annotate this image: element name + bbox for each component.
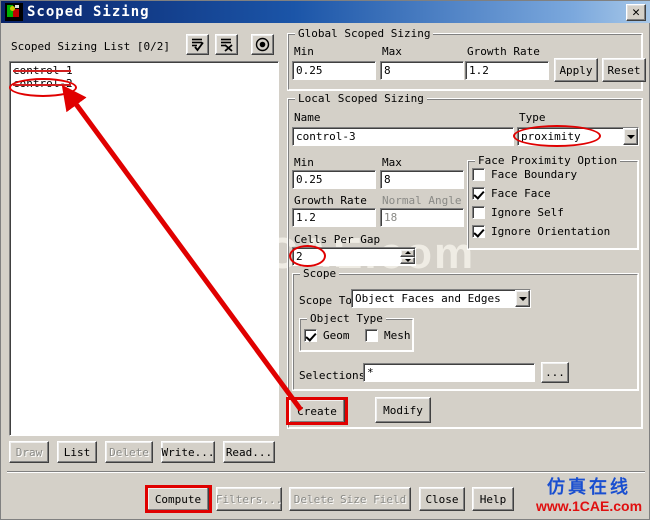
face-face-checkbox[interactable] xyxy=(472,187,485,200)
create-button[interactable]: Create xyxy=(289,399,345,423)
stepper-up-icon[interactable] xyxy=(400,249,415,257)
filters-button[interactable]: Filters... xyxy=(216,487,282,511)
select-all-icon[interactable] xyxy=(186,34,209,55)
stepper-down-icon[interactable] xyxy=(400,256,415,264)
normal-angle-label: Normal Angle xyxy=(382,194,462,207)
selections-input[interactable]: * xyxy=(363,363,535,382)
face-proximity-title: Face Proximity Option xyxy=(475,154,621,167)
local-min-input[interactable]: 0.25 xyxy=(292,170,376,189)
global-growth-input[interactable]: 1.2 xyxy=(465,61,549,80)
scope-to-label: Scope To xyxy=(299,294,352,307)
geom-checkbox[interactable] xyxy=(304,329,317,342)
ignore-orientation-checkbox[interactable] xyxy=(472,225,485,238)
type-combo[interactable]: proximity xyxy=(517,127,639,146)
cells-per-gap-value: 2 xyxy=(296,250,303,263)
chevron-down-icon[interactable] xyxy=(515,290,530,307)
delete-size-field-button[interactable]: Delete Size Field xyxy=(289,487,411,511)
global-growth-label: Growth Rate xyxy=(467,45,540,58)
cells-per-gap-stepper[interactable] xyxy=(400,249,415,264)
list-item-control-1[interactable]: control-1 xyxy=(13,64,275,77)
site-watermark-url: www.1CAE.com xyxy=(535,498,643,514)
help-button[interactable]: Help xyxy=(472,487,514,511)
normal-angle-input: 18 xyxy=(380,208,464,227)
object-type-title: Object Type xyxy=(307,312,386,325)
local-max-input[interactable]: 8 xyxy=(380,170,464,189)
local-name-label: Name xyxy=(294,111,321,124)
mesh-checkbox[interactable] xyxy=(365,329,378,342)
type-combo-value: proximity xyxy=(521,130,581,143)
site-watermark: 仿真在线 www.1CAE.com xyxy=(530,477,648,514)
ignore-self-checkbox[interactable] xyxy=(472,206,485,219)
select-filter-icon[interactable] xyxy=(251,34,274,55)
scoped-sizing-dialog: Scoped Sizing ✕ 1CAE.com Scoped Sizing L… xyxy=(0,0,650,520)
mesh-label: Mesh xyxy=(384,329,411,342)
list-item-control-2[interactable]: control-2 xyxy=(13,77,275,90)
ignore-orientation-row[interactable]: Ignore Orientation xyxy=(472,225,610,238)
ignore-orientation-label: Ignore Orientation xyxy=(491,225,611,238)
draw-button[interactable]: Draw xyxy=(9,441,49,463)
global-group-title: Global Scoped Sizing xyxy=(295,27,434,40)
chevron-down-icon[interactable] xyxy=(623,128,638,145)
reset-button[interactable]: Reset xyxy=(602,58,646,82)
cells-per-gap-label: Cells Per Gap xyxy=(294,233,381,246)
global-min-label: Min xyxy=(294,45,314,58)
local-growth-input[interactable]: 1.2 xyxy=(292,208,376,227)
global-max-input[interactable]: 8 xyxy=(380,61,464,80)
local-type-label: Type xyxy=(519,111,546,124)
local-group-title: Local Scoped Sizing xyxy=(295,92,427,105)
face-boundary-row[interactable]: Face Boundary xyxy=(472,168,577,181)
scope-to-value: Object Faces and Edges xyxy=(355,292,501,305)
delete-button[interactable]: Delete xyxy=(105,441,153,463)
application-icon xyxy=(5,3,23,21)
modify-button[interactable]: Modify xyxy=(375,397,431,423)
dot-circle-glyph xyxy=(255,37,270,52)
cells-per-gap-field[interactable]: 2 xyxy=(292,247,416,266)
site-watermark-cn: 仿真在线 xyxy=(547,477,631,498)
local-growth-label: Growth Rate xyxy=(294,194,367,207)
face-face-label: Face Face xyxy=(491,187,551,200)
read-button[interactable]: Read... xyxy=(223,441,275,463)
scope-to-combo[interactable]: Object Faces and Edges xyxy=(351,289,531,308)
local-min-label: Min xyxy=(294,156,314,169)
deselect-all-glyph xyxy=(221,38,233,52)
face-face-row[interactable]: Face Face xyxy=(472,187,551,200)
compute-button[interactable]: Compute xyxy=(147,487,209,511)
deselect-all-icon[interactable] xyxy=(215,34,238,55)
apply-button[interactable]: Apply xyxy=(554,58,598,82)
selections-browse-button[interactable]: ... xyxy=(541,362,569,383)
scope-group-title: Scope xyxy=(300,267,340,280)
footer-divider xyxy=(7,471,645,473)
mesh-row[interactable]: Mesh xyxy=(365,329,411,342)
geom-label: Geom xyxy=(323,329,350,342)
title-bar: Scoped Sizing ✕ xyxy=(1,1,650,23)
scoped-sizing-list[interactable]: control-1 control-2 xyxy=(9,61,279,436)
global-min-input[interactable]: 0.25 xyxy=(292,61,376,80)
write-button[interactable]: Write... xyxy=(161,441,215,463)
face-boundary-label: Face Boundary xyxy=(491,168,578,181)
local-max-label: Max xyxy=(382,156,402,169)
close-icon[interactable]: ✕ xyxy=(626,3,646,21)
window-title: Scoped Sizing xyxy=(27,4,150,20)
local-name-input[interactable]: control-3 xyxy=(292,127,514,146)
face-boundary-checkbox[interactable] xyxy=(472,168,485,181)
list-button[interactable]: List xyxy=(57,441,97,463)
close-button[interactable]: Close xyxy=(419,487,465,511)
geom-row[interactable]: Geom xyxy=(304,329,350,342)
select-all-glyph xyxy=(192,38,204,52)
global-max-label: Max xyxy=(382,45,402,58)
ignore-self-row[interactable]: Ignore Self xyxy=(472,206,564,219)
scoped-sizing-list-label: Scoped Sizing List [0/2] xyxy=(11,40,170,53)
ignore-self-label: Ignore Self xyxy=(491,206,564,219)
selections-label: Selections xyxy=(299,369,366,382)
